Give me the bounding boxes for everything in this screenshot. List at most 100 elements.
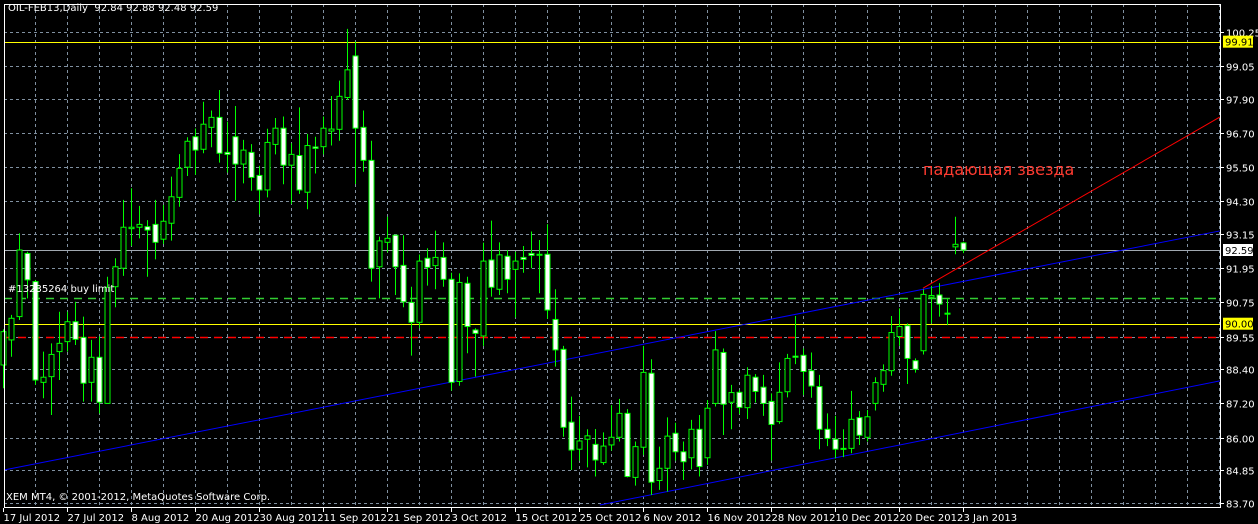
candle-body — [224, 151, 231, 155]
price-marker-label: 92.59 — [1225, 246, 1254, 257]
candle-body — [424, 257, 431, 268]
bull-candle — [104, 276, 111, 404]
candle-body — [488, 259, 495, 288]
bull-candle — [728, 384, 735, 430]
candle-body — [192, 136, 199, 151]
bear-candle — [904, 323, 911, 385]
bull-candle — [120, 199, 127, 276]
bull-candle — [168, 176, 175, 241]
candle-body — [672, 432, 679, 453]
candle-body — [936, 294, 943, 305]
candle-body — [440, 256, 447, 280]
price-tick-label: 93.15 — [1226, 231, 1255, 242]
bull-candle — [272, 117, 279, 155]
bull-candle — [432, 230, 439, 290]
date-tick-label: 6 Nov 2012 — [644, 513, 702, 524]
bull-candle — [864, 409, 871, 442]
bull-candle — [872, 377, 879, 411]
candle-body — [496, 254, 503, 290]
candle-body — [480, 260, 487, 337]
candle-body — [848, 418, 855, 449]
bull-candle — [160, 205, 167, 245]
candle-body — [576, 440, 583, 450]
candle-body — [368, 159, 375, 269]
date-tick-label: 28 Nov 2012 — [772, 513, 836, 524]
bull-candle — [88, 339, 95, 402]
bear-candle — [440, 242, 447, 287]
candle-body — [232, 136, 239, 165]
date-tick-label: 30 Aug 2012 — [260, 513, 324, 524]
price-tick-label: 96.70 — [1226, 130, 1255, 141]
bear-candle — [32, 279, 39, 385]
bear-candle — [832, 415, 839, 459]
candle-body — [384, 237, 391, 243]
candle-body — [152, 223, 159, 243]
bull-candle — [920, 289, 927, 355]
price-tick-label: 90.75 — [1226, 299, 1255, 310]
bull-candle — [584, 429, 591, 468]
candle-body — [200, 123, 207, 150]
candle-body — [704, 407, 711, 459]
bull-candle — [704, 399, 711, 465]
date-tick-label: 21 Sep 2012 — [388, 513, 451, 524]
candle-body — [608, 436, 615, 446]
candle-body — [592, 443, 599, 461]
candle-body — [776, 391, 783, 423]
price-tick-label: 91.95 — [1226, 265, 1255, 276]
bear-candle — [736, 390, 743, 414]
bear-candle — [80, 316, 87, 402]
bear-candle — [680, 441, 687, 480]
bear-candle — [400, 235, 407, 308]
candle-body — [296, 155, 303, 191]
bear-candle — [544, 224, 551, 319]
candle-body — [568, 421, 575, 451]
bull-candle — [208, 110, 215, 148]
price-chart[interactable]: 100.2599.0597.9096.7095.5094.3093.1591.9… — [0, 0, 1258, 524]
date-tick-label: 11 Sep 2012 — [324, 513, 387, 524]
candle-body — [944, 312, 951, 315]
candle-body — [624, 412, 631, 478]
price-tick-label: 94.30 — [1226, 198, 1255, 209]
date-tick-label: 27 Jul 2012 — [68, 513, 125, 524]
candle-body — [960, 242, 967, 251]
bear-candle — [568, 396, 575, 470]
candle-body — [832, 438, 839, 450]
candle-body — [920, 293, 927, 352]
bull-candle — [896, 308, 903, 346]
candle-body — [760, 386, 767, 404]
candle-body — [520, 256, 527, 260]
bull-candle — [304, 133, 311, 210]
candle-body — [688, 428, 695, 459]
bull-candle — [688, 419, 695, 470]
copyright-text: XEM MT4, © 2001-2012, MetaQuotes Softwar… — [6, 492, 271, 503]
bull-candle — [480, 242, 487, 346]
candle-body — [128, 226, 135, 230]
bull-candle — [16, 233, 23, 321]
bear-candle — [256, 165, 263, 215]
candle-body — [616, 412, 623, 438]
candle-body — [312, 146, 319, 149]
bull-candle — [320, 116, 327, 155]
candle-body — [24, 252, 31, 281]
candle-body — [288, 153, 295, 166]
date-tick-label: 8 Aug 2012 — [132, 513, 190, 524]
bear-candle — [936, 283, 943, 317]
candle-body — [144, 226, 151, 231]
candle-body — [472, 329, 479, 334]
candle-body — [888, 332, 895, 372]
candle-body — [720, 351, 727, 405]
date-tick-label: 17 Jul 2012 — [4, 513, 61, 524]
candle-body — [464, 282, 471, 328]
bear-candle — [408, 286, 415, 356]
bull-candle — [512, 251, 519, 318]
bull-candle — [456, 273, 463, 386]
candle-body — [512, 260, 519, 270]
chart-title: OIL-FEB13,Daily 92.84 92.88 92.48 92.59 — [8, 3, 218, 14]
bear-candle — [624, 409, 631, 478]
bull-candle — [48, 343, 55, 416]
bear-candle — [552, 289, 559, 367]
bear-candle — [752, 374, 759, 403]
candle-body — [176, 167, 183, 198]
candle-body — [536, 253, 543, 256]
candle-body — [8, 317, 15, 341]
